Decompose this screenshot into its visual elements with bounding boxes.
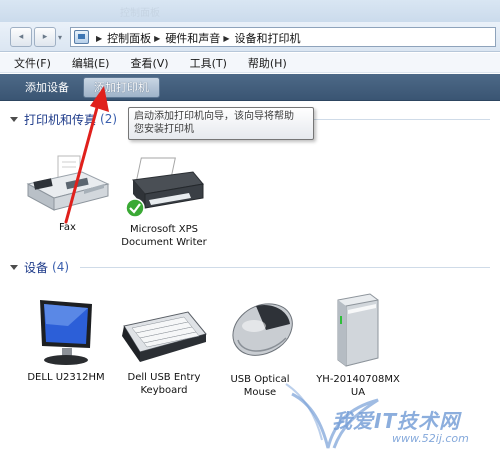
forward-button[interactable]: ▸ xyxy=(34,27,56,47)
collapse-chevron-icon[interactable] xyxy=(10,264,18,270)
tooltip-line-2: 您安装打印机 xyxy=(134,124,194,135)
mouse-icon xyxy=(232,303,293,356)
keyboard-icon xyxy=(122,311,207,362)
back-button[interactable]: ◂ xyxy=(10,27,32,47)
breadcrumb-control-panel[interactable]: 控制面板 xyxy=(107,30,151,46)
back-arrow-icon: ◂ xyxy=(18,32,24,42)
address-bar[interactable]: ▶ 控制面板 ▶ 硬件和声音 ▶ 设备和打印机 xyxy=(70,27,496,47)
add-printer-button[interactable]: 添加打印机 xyxy=(83,77,160,98)
device-name-line: Fax xyxy=(59,222,76,233)
device-name-line: Microsoft XPS xyxy=(130,224,198,235)
breadcrumb-hardware-sound[interactable]: 硬件和声音 xyxy=(165,30,220,46)
watermark-text: 我爱IT技术网 xyxy=(332,409,461,433)
breadcrumb: ▶ 控制面板 ▶ 硬件和声音 ▶ 设备和打印机 xyxy=(93,30,300,46)
device-name-line: Dell USB Entry xyxy=(127,372,201,383)
add-printer-tooltip: 启动添加打印机向导，该向导将帮助 您安装打印机 xyxy=(128,107,314,140)
breadcrumb-separator-icon[interactable]: ▶ xyxy=(223,34,229,43)
devices-group-header[interactable]: 设备 (4) xyxy=(10,259,69,275)
breadcrumb-separator-icon[interactable]: ▶ xyxy=(96,34,102,43)
watermark-url: www.52ij.com xyxy=(392,432,469,445)
printers-group-header[interactable]: 打印机和传真 (2) xyxy=(10,111,117,127)
faded-window-title: 控制面板 xyxy=(120,8,160,19)
device-item-monitor[interactable]: DELL U2312HM xyxy=(22,296,110,384)
breadcrumb-separator-icon[interactable]: ▶ xyxy=(154,34,160,43)
menu-edit[interactable]: 编辑(E) xyxy=(58,55,117,71)
device-label: Microsoft XPS Document Writer xyxy=(112,223,216,249)
menu-tools[interactable]: 工具(T) xyxy=(176,55,234,71)
device-item-keyboard[interactable]: Dell USB Entry Keyboard xyxy=(116,300,212,397)
menu-view[interactable]: 查看(V) xyxy=(116,55,175,71)
printer-default-icon xyxy=(125,157,204,218)
add-device-button[interactable]: 添加设备 xyxy=(14,77,80,98)
forward-arrow-icon: ▸ xyxy=(42,32,48,42)
group-title: 打印机和传真 xyxy=(24,112,97,127)
menu-bar: 文件(F) 编辑(E) 查看(V) 工具(T) 帮助(H) xyxy=(0,53,500,73)
group-title: 设备 xyxy=(24,260,49,275)
device-item-fax[interactable]: Fax xyxy=(20,150,115,234)
command-bar: 添加设备 添加打印机 xyxy=(0,74,500,101)
group-divider xyxy=(80,267,490,268)
device-label: Fax xyxy=(20,221,115,234)
devices-and-printers-window: 控制面板 ◂ ▸ ▾ ▶ 控制面板 ▶ 硬件和声音 ▶ 设备和打印机 文件(F)… xyxy=(0,0,500,455)
device-item-xps-writer[interactable]: Microsoft XPS Document Writer xyxy=(112,150,216,249)
device-name-line: DELL U2312HM xyxy=(27,372,105,383)
collapse-chevron-icon[interactable] xyxy=(10,116,18,122)
address-row: ◂ ▸ ▾ ▶ 控制面板 ▶ 硬件和声音 ▶ 设备和打印机 xyxy=(0,22,500,52)
group-count: (4) xyxy=(52,260,70,274)
device-name-line: Document Writer xyxy=(121,237,207,248)
device-label: Dell USB Entry Keyboard xyxy=(116,371,212,397)
monitor-icon xyxy=(40,300,92,365)
device-name-line: Keyboard xyxy=(140,385,188,396)
device-label: DELL U2312HM xyxy=(22,371,110,384)
computer-tower-icon xyxy=(337,293,379,367)
recent-pages-dropdown-icon[interactable]: ▾ xyxy=(58,33,62,42)
menu-file[interactable]: 文件(F) xyxy=(0,55,58,71)
menu-help[interactable]: 帮助(H) xyxy=(234,55,294,71)
group-count: (2) xyxy=(100,112,118,126)
fax-icon xyxy=(26,155,109,211)
tooltip-line-1: 启动添加打印机向导，该向导将帮助 xyxy=(134,111,294,122)
breadcrumb-devices-printers[interactable]: 设备和打印机 xyxy=(234,30,300,46)
control-panel-icon xyxy=(74,30,89,44)
